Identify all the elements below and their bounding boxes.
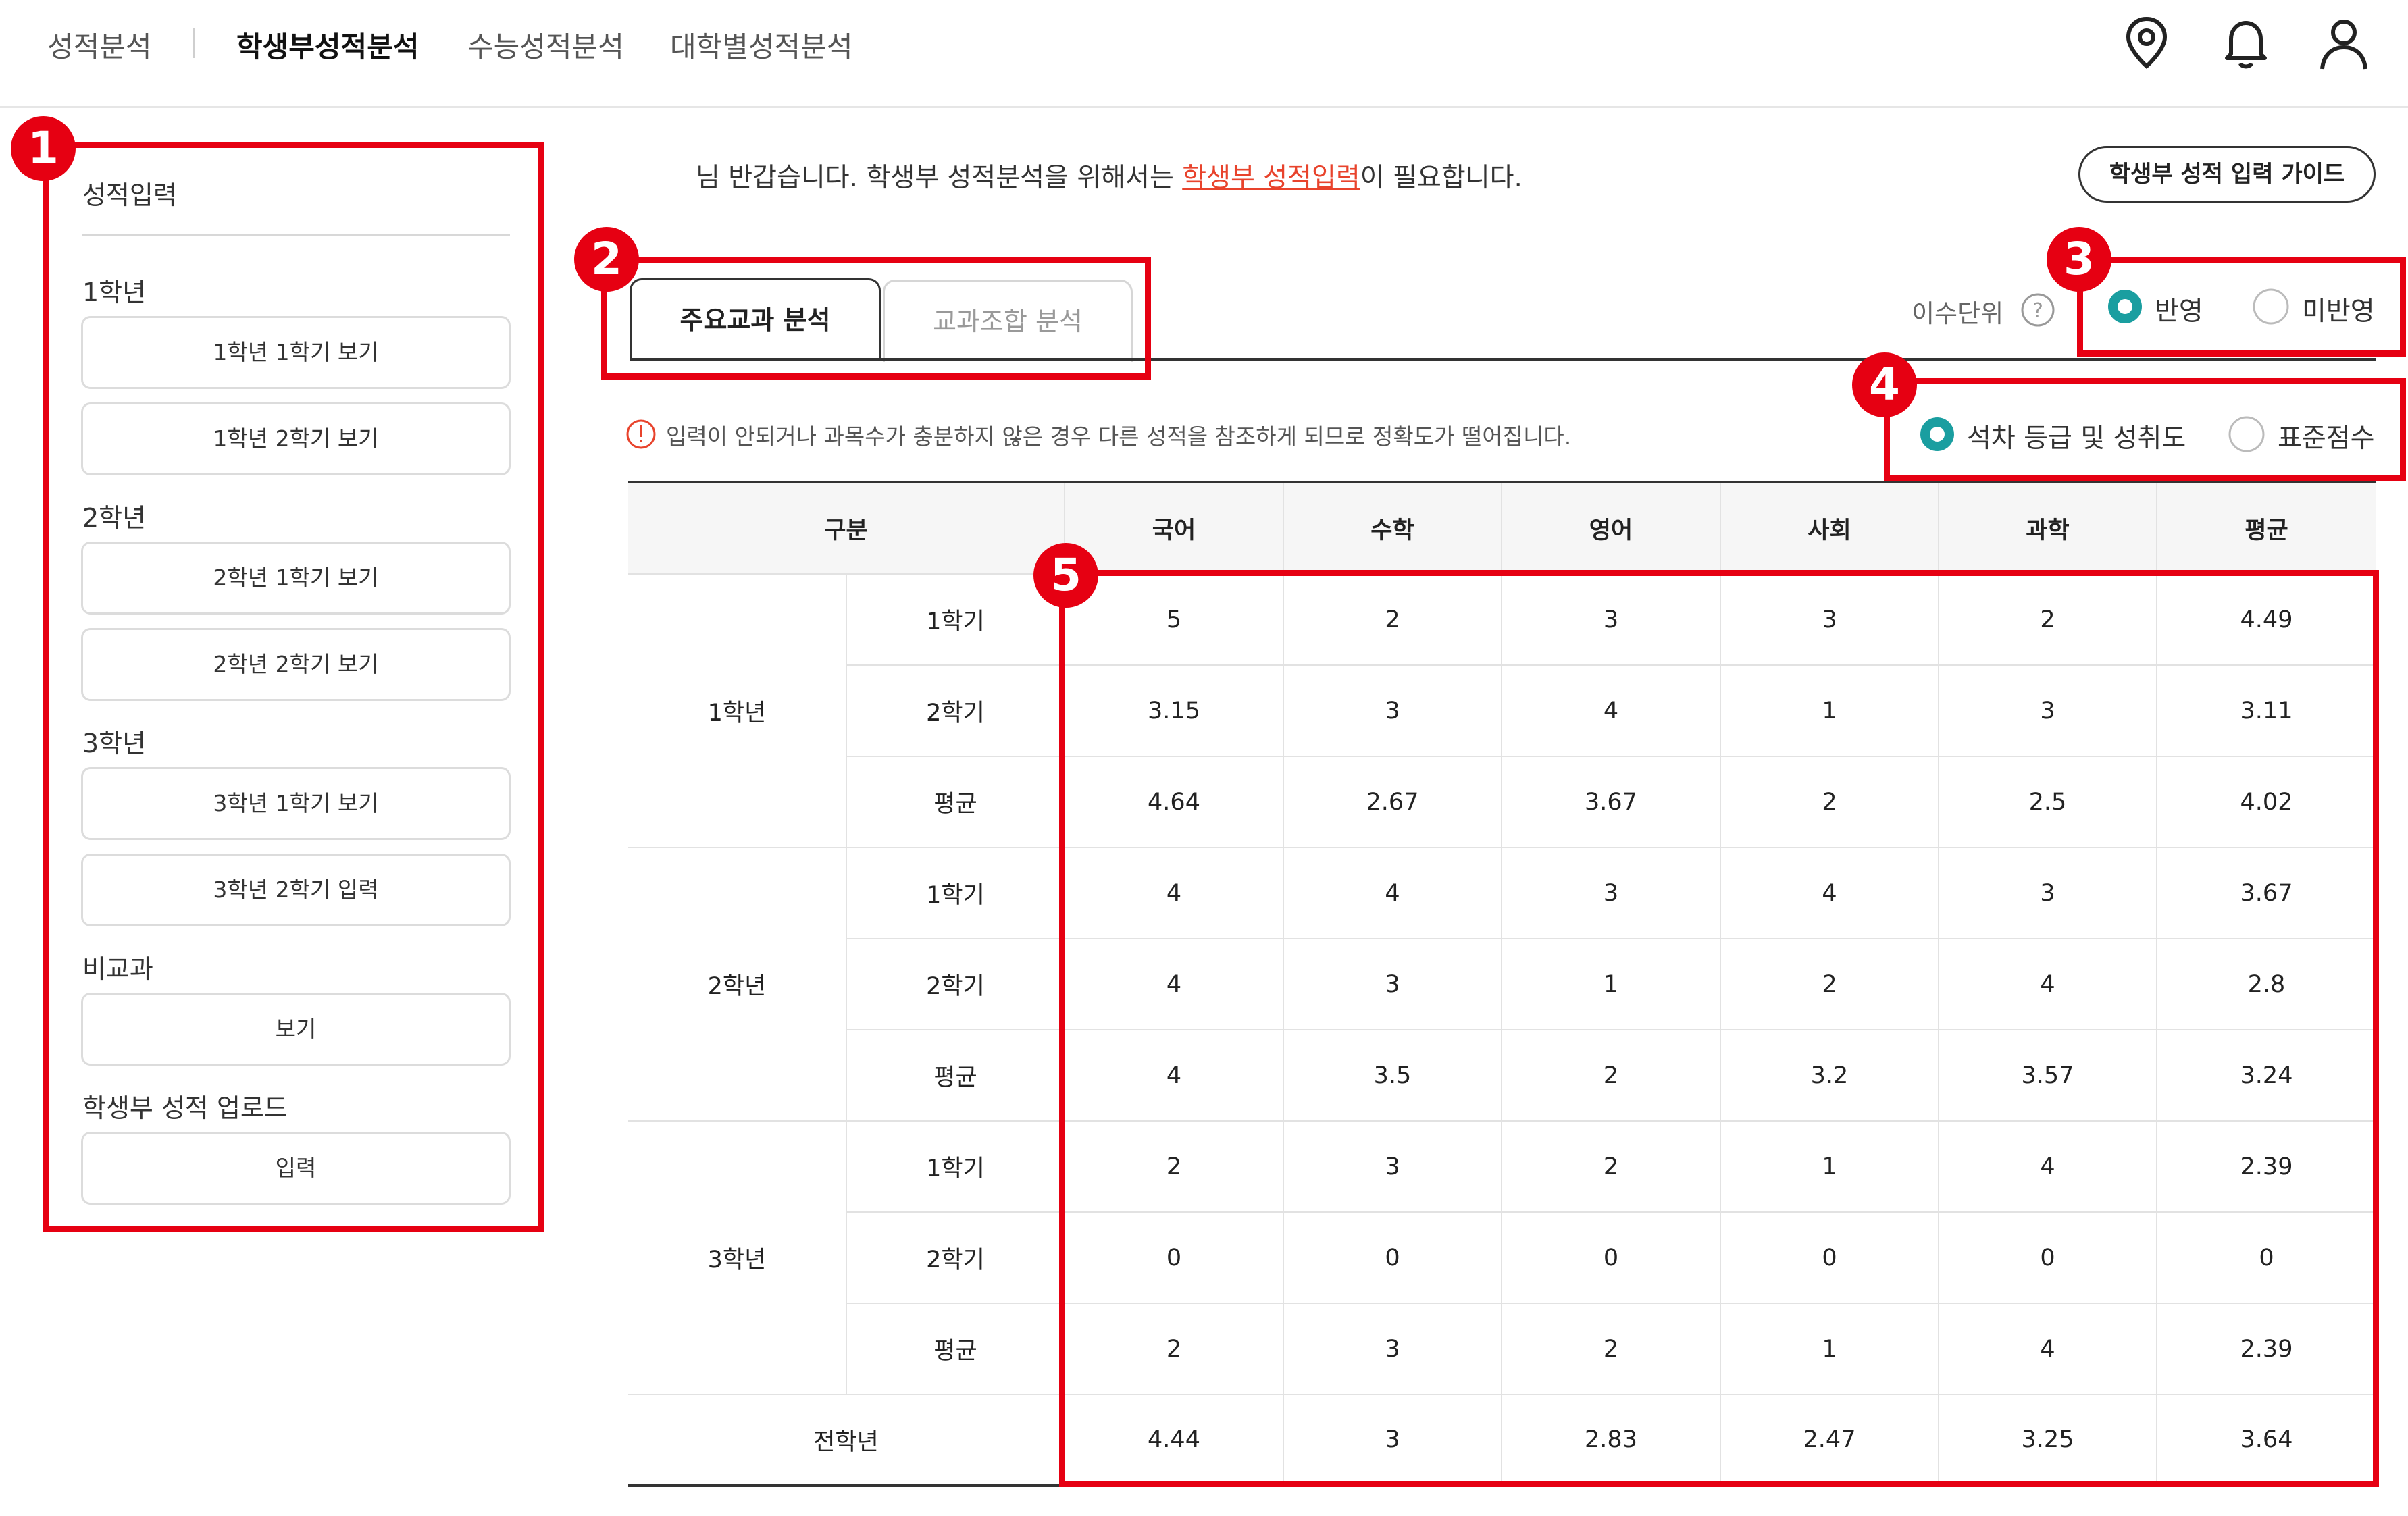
help-icon[interactable]: ?	[2020, 292, 2056, 328]
term-cell: 1학기	[846, 1120, 1065, 1213]
svg-text:?: ?	[2032, 299, 2043, 323]
annotation-badge-5: 5	[1033, 543, 1098, 608]
greeting-prefix: 님 반갑습니다. 학생부 성적분석을 위해서는	[696, 163, 1183, 193]
annotation-box-4	[1884, 378, 2406, 481]
nav-csat-analysis[interactable]: 수능성적분석	[467, 24, 624, 66]
top-nav: 성적분석 학생부성적분석 수능성적분석 대학별성적분석	[0, 0, 2408, 108]
annotation-box-5	[1059, 570, 2379, 1487]
term-cell: 2학기	[846, 938, 1065, 1030]
isu-label: 이수단위	[1912, 299, 2004, 328]
year-cell: 2학년	[628, 847, 847, 1122]
header-category: 구분	[628, 481, 1065, 575]
term-cell: 평균	[846, 1303, 1065, 1395]
term-cell: 평균	[846, 1029, 1065, 1122]
nav-divider	[193, 28, 195, 58]
term-cell: 평균	[846, 756, 1065, 848]
annotation-badge-1: 1	[11, 116, 76, 181]
annotation-box-1	[43, 142, 544, 1232]
annotation-badge-4: 4	[1852, 352, 1917, 417]
year-cell: 3학년	[628, 1120, 847, 1395]
term-cell: 1학기	[846, 847, 1065, 939]
annotation-box-3	[2077, 257, 2406, 357]
grade-input-link[interactable]: 학생부 성적입력	[1182, 163, 1360, 193]
header-science: 과학	[1938, 481, 2157, 575]
bell-icon[interactable]	[2219, 15, 2273, 72]
term-cell: 2학기	[846, 1211, 1065, 1304]
accuracy-notice: 입력이 안되거나 과목수가 충분하지 않은 경우 다른 성적을 참조하게 되므로…	[666, 423, 1572, 450]
table-header-row: 구분 국어 수학 영어 사회 과학 평균	[628, 481, 2376, 575]
annotation-box-2	[601, 257, 1151, 380]
term-cell: 1학기	[846, 573, 1065, 666]
annotation-badge-2: 2	[574, 227, 639, 292]
header-korean: 국어	[1064, 481, 1284, 575]
warning-icon	[626, 419, 656, 449]
total-label: 전학년	[628, 1394, 1065, 1487]
annotation-badge-3: 3	[2047, 227, 2111, 292]
nav-grade-analysis[interactable]: 성적분석	[47, 24, 152, 66]
header-average: 평균	[2156, 481, 2376, 575]
user-icon[interactable]	[2317, 15, 2371, 72]
location-icon[interactable]	[2120, 15, 2174, 72]
term-cell: 2학기	[846, 664, 1065, 757]
header-english: 영어	[1501, 481, 1721, 575]
greeting-suffix: 이 필요합니다.	[1360, 163, 1522, 193]
year-cell: 1학년	[628, 573, 847, 848]
greeting-message: 님 반갑습니다. 학생부 성적분석을 위해서는 학생부 성적입력이 필요합니다.	[696, 157, 1522, 194]
header-math: 수학	[1283, 481, 1502, 575]
nav-school-record-analysis[interactable]: 학생부성적분석	[236, 24, 419, 66]
nav-university-analysis[interactable]: 대학별성적분석	[670, 24, 852, 66]
header-social: 사회	[1720, 481, 1939, 575]
input-guide-button[interactable]: 학생부 성적 입력 가이드	[2078, 146, 2376, 203]
